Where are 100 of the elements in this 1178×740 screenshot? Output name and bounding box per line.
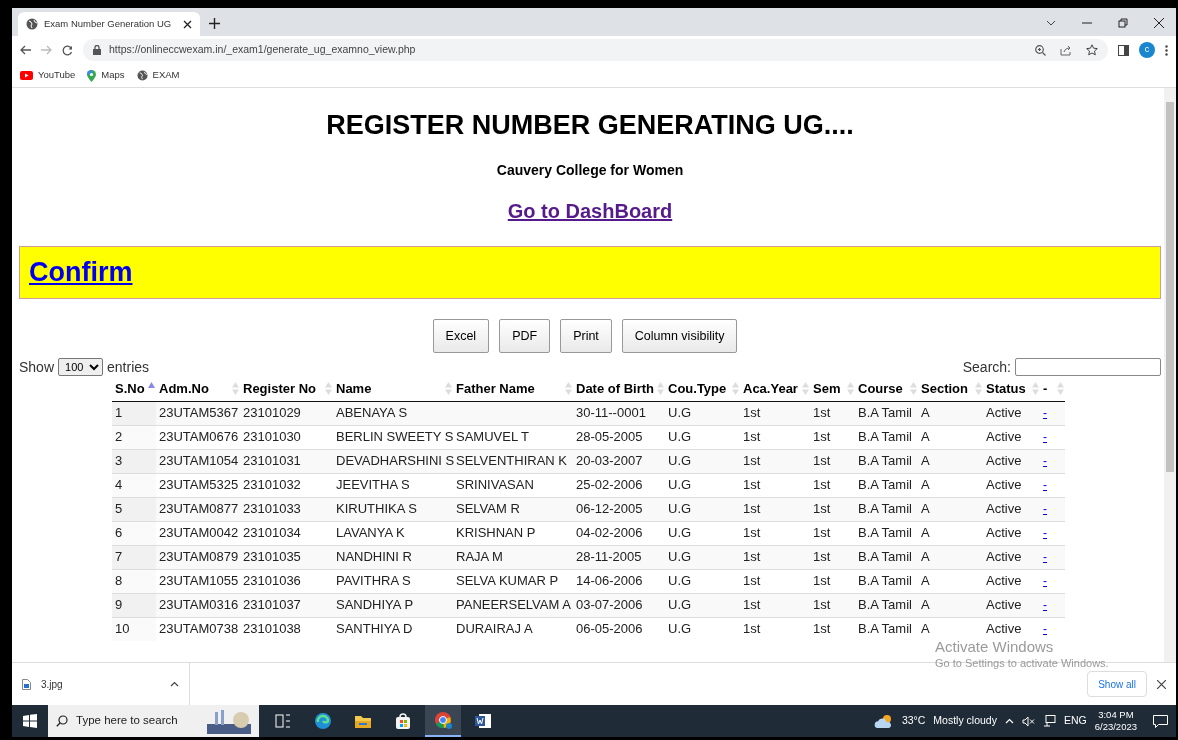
browser-tab[interactable]: Exam Number Generation UG xyxy=(18,12,200,36)
table-cell: RAJA M xyxy=(453,545,573,569)
column-header[interactable]: - xyxy=(1040,377,1065,401)
column-header[interactable]: Name xyxy=(333,377,453,401)
confirm-link[interactable]: Confirm xyxy=(29,252,133,293)
table-cell: 28-11-2005 xyxy=(573,545,665,569)
download-filename[interactable]: 3.jpg xyxy=(41,676,63,692)
start-icon[interactable] xyxy=(23,714,37,728)
document-w-icon[interactable] xyxy=(474,712,492,730)
star-icon[interactable] xyxy=(1086,44,1098,56)
table-cell: 4 xyxy=(112,473,156,497)
entries-select[interactable]: 100 xyxy=(58,358,104,376)
notification-icon[interactable] xyxy=(1153,714,1168,728)
language-indicator[interactable]: ENG xyxy=(1063,713,1087,729)
table-cell: B.A Tamil xyxy=(855,497,918,521)
activation-title: Activate Windows xyxy=(935,638,1055,656)
globe-icon xyxy=(26,18,38,30)
table-cell: 20-03-2007 xyxy=(573,449,665,473)
table-cell: 23UTAM0738 xyxy=(156,617,240,641)
export-button[interactable]: Excel xyxy=(432,319,490,353)
profile-avatar[interactable]: c xyxy=(1139,42,1155,58)
column-header[interactable]: Course xyxy=(855,377,918,401)
taskbar-search-field[interactable]: Type here to search xyxy=(48,705,259,737)
bookmark-link[interactable]: EXAM xyxy=(152,68,180,83)
browser-circle-icon[interactable] xyxy=(434,711,452,729)
column-header[interactable]: Status xyxy=(983,377,1040,401)
row-action-link[interactable]: - xyxy=(1043,478,1047,492)
table-cell: 06-12-2005 xyxy=(573,497,665,521)
close-icon[interactable] xyxy=(1157,679,1166,689)
row-action-link[interactable]: - xyxy=(1043,454,1047,468)
table-cell: 23101035 xyxy=(240,545,333,569)
shopping-bag-icon[interactable] xyxy=(394,712,412,730)
column-header[interactable]: Date of Birth xyxy=(573,377,665,401)
table-cell: 1st xyxy=(740,497,810,521)
table-cell: 1st xyxy=(810,545,855,569)
table-cell: Active xyxy=(983,545,1040,569)
side-panel-icon[interactable] xyxy=(1118,44,1129,56)
bookmark-link[interactable]: YouTube xyxy=(38,68,76,83)
bookmark-link[interactable]: Maps xyxy=(101,68,125,83)
table-cell: DURAIRAJ A xyxy=(453,617,573,641)
activation-hint: Go to Settings to activate Windows. xyxy=(935,656,1109,670)
caret-up-icon[interactable] xyxy=(170,681,179,687)
table-cell: A xyxy=(918,497,983,521)
back-arrow-icon[interactable] xyxy=(20,45,31,55)
column-header[interactable]: Register No xyxy=(240,377,333,401)
table-cell: 23101037 xyxy=(240,593,333,617)
clock[interactable]: 3:04 PM 6/23/2023 xyxy=(1094,709,1137,733)
column-header[interactable]: Adm.No xyxy=(156,377,240,401)
table-cell: 10 xyxy=(112,617,156,641)
column-header[interactable]: Cou.Type xyxy=(665,377,740,401)
reload-icon[interactable] xyxy=(62,44,73,56)
table-cell: U.G xyxy=(665,401,740,425)
table-cell: 1st xyxy=(810,401,855,425)
column-header[interactable]: S.No xyxy=(112,377,156,401)
browser-swirl-icon[interactable] xyxy=(314,712,332,730)
column-header[interactable]: Section xyxy=(918,377,983,401)
table-cell: A xyxy=(918,401,983,425)
share-icon[interactable] xyxy=(1060,44,1072,56)
row-action-link[interactable]: - xyxy=(1043,622,1047,637)
table-cell: 8 xyxy=(112,569,156,593)
show-all-button[interactable]: Show all xyxy=(1087,671,1147,697)
search-field[interactable] xyxy=(1015,358,1161,376)
row-action-link[interactable]: - xyxy=(1043,598,1047,612)
tab-search-chevron-icon[interactable] xyxy=(1046,20,1056,26)
table-cell: 6 xyxy=(112,521,156,545)
address-bar[interactable]: https://onlineccwexam.in/_exam1/generate_ug_examno_view.php xyxy=(83,39,1108,61)
page-title: REGISTER NUMBER GENERATING UG.... xyxy=(325,109,855,142)
export-button[interactable]: PDF xyxy=(499,319,551,353)
table-cell: 1st xyxy=(810,617,855,641)
table-cell: B.A Tamil xyxy=(855,401,918,425)
column-header[interactable]: Aca.Year xyxy=(740,377,810,401)
dashboard-link[interactable]: Go to DashBoard xyxy=(507,200,673,222)
weather-cloud-icon[interactable] xyxy=(873,713,894,729)
column-header[interactable]: Father Name xyxy=(453,377,573,401)
close-tab-icon[interactable] xyxy=(183,19,192,29)
table-cell: U.G xyxy=(665,497,740,521)
close-icon[interactable] xyxy=(1154,18,1164,28)
network-icon[interactable] xyxy=(1042,715,1056,727)
export-button[interactable]: Print xyxy=(560,319,612,353)
row-action-link[interactable]: - xyxy=(1043,574,1047,588)
url-text: https://onlineccwexam.in/_exam1/generate_ug_examno_view.php xyxy=(109,42,416,58)
table-cell: SELVAM R xyxy=(453,497,573,521)
row-action-link[interactable]: - xyxy=(1043,406,1047,420)
row-action-link[interactable]: - xyxy=(1043,550,1047,564)
new-tab-icon[interactable] xyxy=(209,18,220,29)
row-action-link[interactable]: - xyxy=(1043,502,1047,516)
menu-icon[interactable] xyxy=(1165,44,1168,56)
restore-icon[interactable] xyxy=(1118,18,1128,28)
task-view-icon[interactable] xyxy=(274,712,292,730)
export-button[interactable]: Column visibility xyxy=(621,319,738,353)
search-highlight-drawing xyxy=(207,708,251,734)
show-label: Show xyxy=(19,358,55,376)
scrollbar[interactable] xyxy=(1164,88,1176,662)
table-cell: U.G xyxy=(665,449,740,473)
row-action-link[interactable]: - xyxy=(1043,526,1047,540)
zoom-icon[interactable] xyxy=(1035,44,1046,56)
speaker-muted-icon[interactable] xyxy=(1021,715,1035,727)
table-cell: 23101029 xyxy=(240,401,333,425)
column-header[interactable]: Sem xyxy=(810,377,855,401)
row-action-link[interactable]: - xyxy=(1043,430,1047,444)
